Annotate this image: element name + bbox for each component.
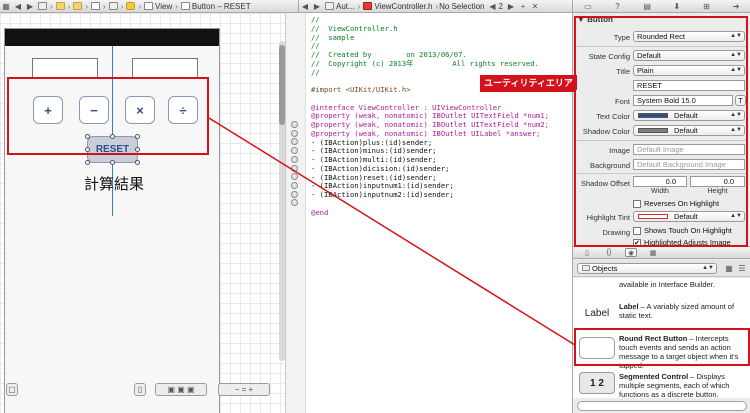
- action-connection-icon[interactable]: [291, 191, 298, 198]
- file-inspector-icon[interactable]: ▭: [582, 2, 594, 11]
- library-item-description: available in Interface Builder.: [619, 280, 715, 289]
- library-item-description: Segmented Control – Displays multiple se…: [619, 372, 730, 398]
- next-counterpart-icon[interactable]: ▶: [505, 2, 517, 11]
- action-connection-icon[interactable]: [291, 199, 298, 206]
- utility-area-annotation: ユーティリティエリア: [480, 75, 577, 90]
- highlight-box-round-rect-button: [574, 328, 750, 366]
- code-line[interactable]: // sample: [311, 33, 549, 43]
- back-arrow-icon[interactable]: ◀: [12, 2, 24, 11]
- size-inspector-icon[interactable]: ⊞: [700, 2, 712, 11]
- counterpart-counter: 2: [498, 1, 503, 11]
- forward-arrow-icon[interactable]: ▶: [24, 2, 36, 11]
- library-item-description: Label – A variably sized amount of stati…: [619, 302, 735, 320]
- popup-arrow-icon: ▲▼: [702, 265, 714, 271]
- num2-text-field[interactable]: [132, 58, 198, 79]
- action-connection-icon[interactable]: [291, 156, 298, 163]
- status-bar: [5, 29, 219, 46]
- document-outline-toggle-icon[interactable]: ▢: [6, 383, 18, 396]
- segmented-control-icon: 1 2: [579, 372, 615, 394]
- close-editor-icon[interactable]: ✕: [529, 2, 541, 11]
- view-icon[interactable]: [144, 2, 154, 10]
- inspector-tab-bar: ▭ ? ▤ ⬇ ⊞ ➔: [573, 0, 750, 13]
- objects-icon: [582, 265, 590, 271]
- library-tab-bar: ▯ {} ◉ ▦: [573, 246, 750, 259]
- counterparts-icon[interactable]: [325, 2, 334, 10]
- identity-inspector-icon[interactable]: ▤: [641, 2, 653, 11]
- list-view-icon[interactable]: ☰: [736, 264, 748, 273]
- previous-counterpart-icon[interactable]: ◀: [487, 2, 499, 11]
- code-line[interactable]: [311, 200, 549, 209]
- forward-arrow-icon[interactable]: ▶: [311, 2, 323, 11]
- action-connection-icon[interactable]: [291, 173, 298, 180]
- action-connection-icon[interactable]: [291, 165, 298, 172]
- breadcrumb-button-reset[interactable]: Button – RESET: [192, 2, 251, 11]
- outlet-connection-icon[interactable]: [291, 130, 298, 137]
- breadcrumb-automatic[interactable]: Aut...: [336, 2, 355, 11]
- library-filter-bar: Objects ▲▼ ▦ ☰: [573, 260, 750, 277]
- answer-label[interactable]: 計算結果: [75, 173, 153, 194]
- code-line[interactable]: @end: [311, 208, 549, 218]
- folder-icon[interactable]: [73, 2, 83, 10]
- file-template-library-icon[interactable]: ▯: [581, 248, 593, 257]
- connections-inspector-icon[interactable]: ➔: [730, 2, 742, 11]
- object-library-icon[interactable]: ◉: [625, 248, 637, 257]
- code-snippet-library-icon[interactable]: {}: [603, 248, 615, 257]
- button-icon[interactable]: [180, 2, 190, 10]
- add-editor-icon[interactable]: +: [517, 2, 529, 11]
- folder-icon[interactable]: [55, 2, 65, 10]
- library-filter-popup[interactable]: Objects ▲▼: [577, 263, 717, 274]
- media-library-icon[interactable]: ▦: [647, 248, 659, 257]
- outlet-connection-icon[interactable]: [291, 121, 298, 128]
- storyboard-jump-bar: ▦ ◀ ▶ › › › › › › View › Button – RESET: [0, 0, 298, 13]
- action-connection-icon[interactable]: [291, 182, 298, 189]
- source-code[interactable]: //// ViewController.h// sample//// Creat…: [311, 15, 549, 218]
- storyboard-file-icon[interactable]: [91, 2, 101, 10]
- header-file-icon[interactable]: [363, 2, 373, 10]
- resize-handle[interactable]: [110, 160, 115, 165]
- num1-text-field[interactable]: [32, 58, 98, 79]
- grid-view-icon[interactable]: ▦: [723, 264, 735, 273]
- attributes-inspector-icon[interactable]: ⬇: [671, 2, 683, 11]
- view-controller-icon[interactable]: [126, 2, 136, 10]
- editor-gutter: [286, 13, 306, 413]
- code-line[interactable]: - (IBAction)inputnum2:(id)sender;: [311, 190, 549, 200]
- code-line[interactable]: // Copyright (c) 2013年 All rights reserv…: [311, 59, 549, 69]
- quick-help-icon[interactable]: ?: [611, 2, 623, 11]
- editor-jump-bar: ◀ ▶ Aut... › ViewController.h › No Selecti…: [298, 0, 572, 13]
- project-icon[interactable]: [38, 2, 47, 10]
- back-arrow-icon[interactable]: ◀: [299, 2, 311, 11]
- library-item-segmented-control[interactable]: 1 2 Segmented Control – Displays multipl…: [573, 370, 750, 398]
- annotation-pointer-line: [480, 90, 575, 92]
- highlight-box-utility-area: [574, 16, 748, 247]
- layout-controls[interactable]: ▣ ▣ ▣: [155, 383, 207, 396]
- code-editor[interactable]: //// ViewController.h// sample//// Creat…: [285, 13, 572, 413]
- form-factor-icon[interactable]: ▯: [134, 383, 146, 396]
- breadcrumb-file[interactable]: ViewController.h: [374, 2, 432, 11]
- xcode-window: ▦ ◀ ▶ › › › › › › View › Button – RESET ◀…: [0, 0, 750, 413]
- outlet-connection-icon[interactable]: [291, 138, 298, 145]
- grid-icon[interactable]: ▦: [0, 2, 12, 11]
- label-icon: Label: [584, 307, 610, 319]
- action-connection-icon[interactable]: [291, 147, 298, 154]
- breadcrumb-selection[interactable]: No Selection: [439, 2, 484, 11]
- resize-handle[interactable]: [85, 160, 90, 165]
- highlight-box-storyboard: [7, 77, 209, 155]
- breadcrumb-view[interactable]: View: [155, 2, 172, 11]
- resize-handle[interactable]: [135, 160, 140, 165]
- zoom-controls[interactable]: − = +: [218, 383, 270, 396]
- storyboard-canvas[interactable]: + − × ÷ RESET 計算結果 ▢ ▯ ▣ ▣ ▣ − = +: [0, 13, 285, 413]
- library-search-field[interactable]: [577, 401, 747, 411]
- scene-icon[interactable]: [108, 2, 118, 10]
